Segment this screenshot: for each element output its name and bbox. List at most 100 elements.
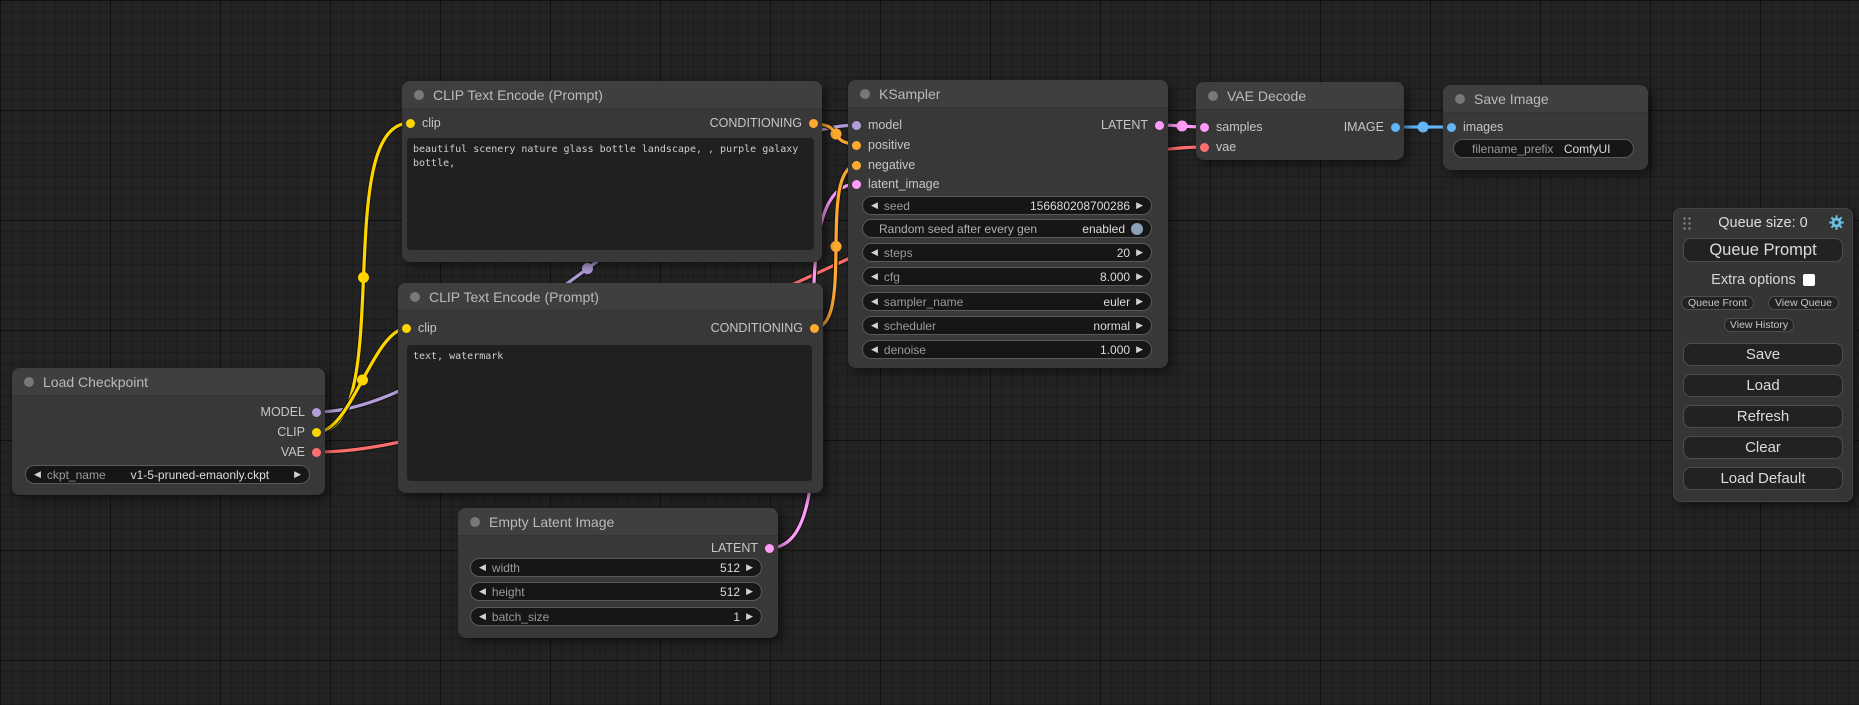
node-ksampler: KSampler model positive negative latent_… — [848, 80, 1168, 368]
node-title-bar[interactable]: VAE Decode — [1196, 82, 1404, 110]
conditioning-port-icon[interactable] — [852, 141, 861, 150]
view-history-button[interactable]: View History — [1724, 318, 1794, 332]
widget-steps[interactable]: ◀ steps 20 ▶ — [862, 243, 1152, 262]
load-default-button[interactable]: Load Default — [1683, 467, 1843, 490]
collapse-dot-icon[interactable] — [1455, 94, 1465, 104]
collapse-dot-icon[interactable] — [860, 89, 870, 99]
latent-port-icon[interactable] — [1200, 123, 1209, 132]
widget-seed[interactable]: ◀ seed 156680208700286 ▶ — [862, 196, 1152, 215]
extra-options-row: Extra options — [1674, 272, 1852, 288]
widget-cfg[interactable]: ◀ cfg 8.000 ▶ — [862, 267, 1152, 286]
decrement-arrow-icon[interactable]: ◀ — [479, 587, 486, 596]
node-title: Empty Latent Image — [489, 514, 614, 530]
settings-gear-icon[interactable] — [1828, 214, 1845, 231]
collapse-dot-icon[interactable] — [470, 517, 480, 527]
increment-arrow-icon[interactable]: ▶ — [1136, 248, 1143, 257]
node-title-bar[interactable]: Empty Latent Image — [458, 508, 778, 536]
decrement-arrow-icon[interactable]: ◀ — [871, 297, 878, 306]
toggle-on-icon[interactable] — [1131, 223, 1143, 235]
node-title-bar[interactable]: KSampler — [848, 80, 1168, 108]
output-slot-vae: VAE — [281, 442, 321, 462]
link-dot — [1418, 122, 1429, 133]
conditioning-port-icon[interactable] — [852, 161, 861, 170]
node-clip-text-encode-positive: CLIP Text Encode (Prompt) clip CONDITION… — [402, 81, 822, 262]
increment-arrow-icon[interactable]: ▶ — [294, 470, 301, 479]
increment-arrow-icon[interactable]: ▶ — [1136, 345, 1143, 354]
node-title: Load Checkpoint — [43, 374, 148, 390]
widget-denoise[interactable]: ◀ denoise 1.000 ▶ — [862, 340, 1152, 359]
graph-canvas[interactable]: { "icons": { "left_arrow": "◀", "right_a… — [0, 0, 1859, 705]
link-dot — [1177, 121, 1188, 132]
queue-front-button[interactable]: Queue Front — [1681, 296, 1754, 310]
collapse-dot-icon[interactable] — [414, 90, 424, 100]
extra-options-label: Extra options — [1711, 272, 1796, 288]
node-title-bar[interactable]: Save Image — [1443, 85, 1648, 113]
queue-size-label: Queue size: 0 — [1674, 215, 1852, 231]
decrement-arrow-icon[interactable]: ◀ — [479, 563, 486, 572]
input-slot-images: images — [1447, 117, 1503, 137]
clip-port-icon[interactable] — [406, 119, 415, 128]
vae-port-icon[interactable] — [1200, 143, 1209, 152]
link-dot — [831, 241, 842, 252]
increment-arrow-icon[interactable]: ▶ — [1136, 201, 1143, 210]
latent-port-icon[interactable] — [852, 180, 861, 189]
widget-sampler-name[interactable]: ◀ sampler_name euler ▶ — [862, 292, 1152, 311]
queue-panel: Queue size: 0 Queue Prompt Extra options… — [1673, 208, 1853, 502]
increment-arrow-icon[interactable]: ▶ — [746, 587, 753, 596]
widget-random-seed-toggle[interactable]: Random seed after every gen enabled — [862, 219, 1152, 238]
latent-port-icon[interactable] — [1155, 121, 1164, 130]
increment-arrow-icon[interactable]: ▶ — [1136, 321, 1143, 330]
increment-arrow-icon[interactable]: ▶ — [1136, 272, 1143, 281]
view-queue-button[interactable]: View Queue — [1768, 296, 1839, 310]
output-slot-conditioning: CONDITIONING — [711, 318, 819, 338]
widget-ckpt-name[interactable]: ◀ ckpt_name v1-5-pruned-emaonly.ckpt ▶ — [25, 465, 310, 484]
refresh-button[interactable]: Refresh — [1683, 405, 1843, 428]
queue-prompt-button[interactable]: Queue Prompt — [1683, 238, 1843, 262]
input-slot-latent-image: latent_image — [852, 174, 940, 194]
output-slot-latent: LATENT — [711, 538, 774, 558]
widget-filename-prefix[interactable]: filename_prefix ComfyUI — [1453, 139, 1634, 158]
decrement-arrow-icon[interactable]: ◀ — [871, 345, 878, 354]
decrement-arrow-icon[interactable]: ◀ — [871, 272, 878, 281]
decrement-arrow-icon[interactable]: ◀ — [871, 321, 878, 330]
load-button[interactable]: Load — [1683, 374, 1843, 397]
collapse-dot-icon[interactable] — [410, 292, 420, 302]
image-port-icon[interactable] — [1447, 123, 1456, 132]
model-port-icon[interactable] — [312, 408, 321, 417]
decrement-arrow-icon[interactable]: ◀ — [871, 248, 878, 257]
node-title-bar[interactable]: CLIP Text Encode (Prompt) — [402, 81, 822, 109]
input-slot-positive: positive — [852, 135, 910, 155]
image-port-icon[interactable] — [1391, 123, 1400, 132]
latent-port-icon[interactable] — [765, 544, 774, 553]
widget-height[interactable]: ◀ height 512 ▶ — [470, 582, 762, 601]
node-title-bar[interactable]: Load Checkpoint — [12, 368, 325, 396]
output-slot-image: IMAGE — [1344, 117, 1400, 137]
node-title: CLIP Text Encode (Prompt) — [433, 87, 603, 103]
increment-arrow-icon[interactable]: ▶ — [1136, 297, 1143, 306]
node-empty-latent-image: Empty Latent Image LATENT ◀ width 512 ▶ … — [458, 508, 778, 638]
widget-batch-size[interactable]: ◀ batch_size 1 ▶ — [470, 607, 762, 626]
prompt-textarea[interactable]: text, watermark — [407, 345, 812, 481]
clear-button[interactable]: Clear — [1683, 436, 1843, 459]
model-port-icon[interactable] — [852, 121, 861, 130]
node-title-bar[interactable]: CLIP Text Encode (Prompt) — [398, 283, 823, 311]
collapse-dot-icon[interactable] — [1208, 91, 1218, 101]
increment-arrow-icon[interactable]: ▶ — [746, 612, 753, 621]
decrement-arrow-icon[interactable]: ◀ — [479, 612, 486, 621]
clip-port-icon[interactable] — [402, 324, 411, 333]
extra-options-checkbox[interactable] — [1803, 274, 1815, 286]
prompt-textarea[interactable]: beautiful scenery nature glass bottle la… — [407, 138, 814, 250]
decrement-arrow-icon[interactable]: ◀ — [34, 470, 41, 479]
conditioning-port-icon[interactable] — [810, 324, 819, 333]
vae-port-icon[interactable] — [312, 448, 321, 457]
widget-scheduler[interactable]: ◀ scheduler normal ▶ — [862, 316, 1152, 335]
increment-arrow-icon[interactable]: ▶ — [746, 563, 753, 572]
clip-port-icon[interactable] — [312, 428, 321, 437]
conditioning-port-icon[interactable] — [809, 119, 818, 128]
widget-width[interactable]: ◀ width 512 ▶ — [470, 558, 762, 577]
node-clip-text-encode-negative: CLIP Text Encode (Prompt) clip CONDITION… — [398, 283, 823, 493]
save-button[interactable]: Save — [1683, 343, 1843, 366]
output-slot-model: MODEL — [261, 402, 321, 422]
decrement-arrow-icon[interactable]: ◀ — [871, 201, 878, 210]
collapse-dot-icon[interactable] — [24, 377, 34, 387]
